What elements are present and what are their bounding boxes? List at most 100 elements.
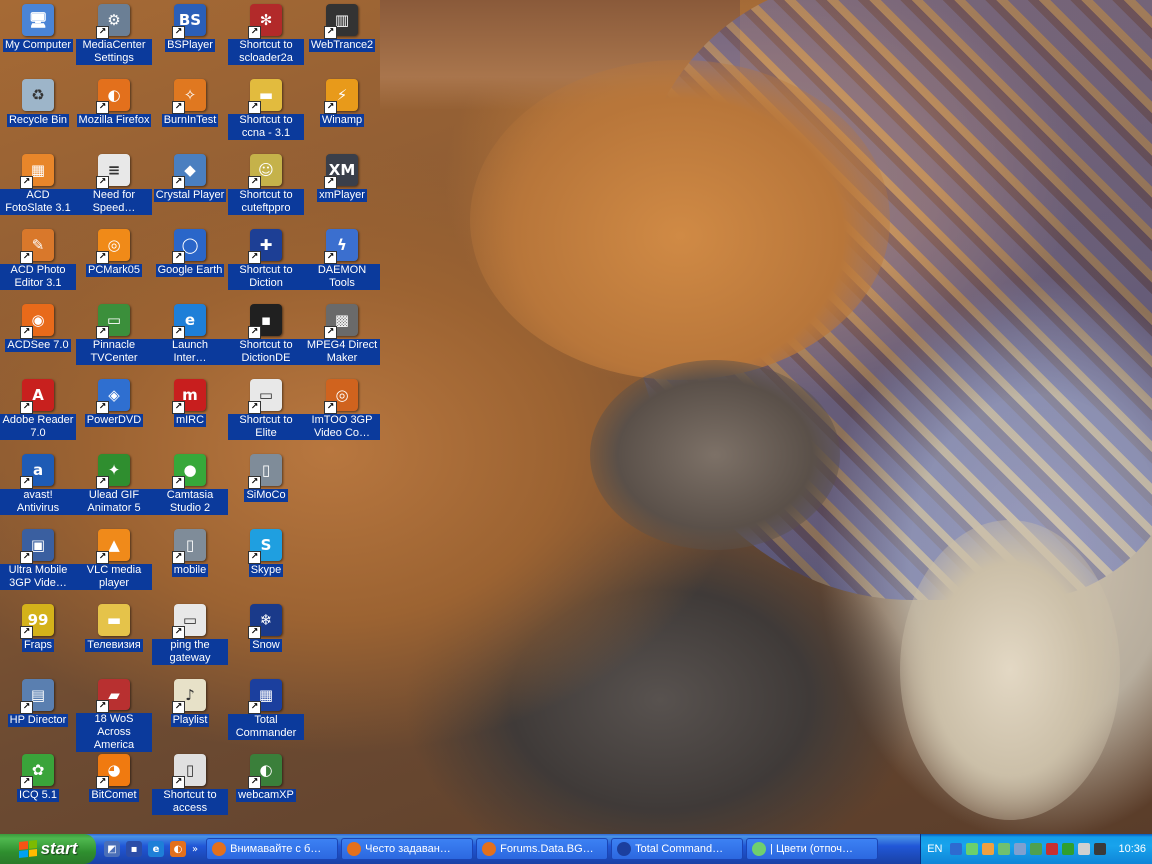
- desktop-icon-fraps[interactable]: 99Fraps: [0, 602, 76, 677]
- shortcut-to-cuteftppro-icon: ☺: [248, 154, 282, 189]
- desktop-icon-skype[interactable]: SSkype: [228, 527, 304, 602]
- desktop-icon-label: SiMoCo: [244, 489, 288, 502]
- burnintest-icon: ✧: [172, 79, 206, 114]
- desktop-icon-mobile[interactable]: ▯mobile: [152, 527, 228, 602]
- ql-floppy-icon[interactable]: ▪: [126, 841, 142, 857]
- desktop-icon-burnintest[interactable]: ✧BurnInTest: [152, 77, 228, 152]
- desktop-icon-daemon-tools[interactable]: ϟDAEMON Tools: [304, 227, 380, 302]
- ultra-mobile-3gp-icon: ▣: [20, 529, 54, 564]
- quick-launch-bar: ◩ ▪ e ◐ »: [96, 834, 206, 864]
- tray-shield-icon[interactable]: [1046, 843, 1059, 855]
- quick-launch-more-chevron-icon[interactable]: »: [192, 844, 198, 855]
- desktop-icon-snow[interactable]: ❄Snow: [228, 602, 304, 677]
- desktop-icon-recycle-bin[interactable]: ♻ Recycle Bin: [0, 77, 76, 152]
- desktop-icon-simoco[interactable]: ▯SiMoCo: [228, 452, 304, 527]
- task-tsveti[interactable]: | Цвети (отпоч…: [746, 838, 879, 860]
- desktop-icon-label: Shortcut to scloader2a: [228, 39, 304, 65]
- start-button[interactable]: start: [0, 834, 96, 864]
- task-chesto-zadavan[interactable]: Често задаван…: [341, 838, 474, 860]
- desktop-icon-label: ImTOO 3GP Video Co…: [304, 414, 380, 440]
- ql-media-icon[interactable]: ◩: [104, 841, 120, 857]
- desktop-icon-powerdvd[interactable]: ◈PowerDVD: [76, 377, 152, 452]
- desktop-icon-pinnacle-tvcenter[interactable]: ▭Pinnacle TVCenter: [76, 302, 152, 377]
- desktop-icon-label: xmPlayer: [317, 189, 367, 202]
- desktop-icon-camtasia-studio[interactable]: ●Camtasia Studio 2: [152, 452, 228, 527]
- desktop-icon-winamp[interactable]: ⚡Winamp: [304, 77, 380, 152]
- desktop-icon-label: Pinnacle TVCenter: [76, 339, 152, 365]
- desktop-icon-total-commander[interactable]: ▦Total Commander: [228, 677, 304, 752]
- launch-internet-icon: e: [172, 304, 206, 339]
- desktop-icon-avast[interactable]: aavast! Antivirus: [0, 452, 76, 527]
- desktop-icon-acd-photo-editor[interactable]: ✎ACD Photo Editor 3.1: [0, 227, 76, 302]
- desktop-icon-shortcut-to-dictionde[interactable]: ▪Shortcut to DictionDE: [228, 302, 304, 377]
- camtasia-studio-icon: ●: [172, 454, 206, 489]
- desktop-icon-vlc-media-player[interactable]: ▲VLC media player: [76, 527, 152, 602]
- icq-icon: ✿: [20, 754, 54, 789]
- clock[interactable]: 10:36: [1118, 843, 1146, 855]
- desktop-icon-label: Playlist: [170, 714, 210, 727]
- tray-speaker-icon[interactable]: [1078, 843, 1091, 855]
- desktop-icon-google-earth[interactable]: ◯Google Earth: [152, 227, 228, 302]
- desktop-icon-mpeg4-direct-maker[interactable]: ▩MPEG4 Direct Maker: [304, 302, 380, 377]
- desktop-icon-label: Snow: [250, 639, 282, 652]
- hp-director-icon: ▤: [20, 679, 54, 714]
- desktop-icon-mozilla-firefox[interactable]: ◐Mozilla Firefox: [76, 77, 152, 152]
- desktop-icon-shortcut-to-diction[interactable]: ✚Shortcut to Diction: [228, 227, 304, 302]
- desktop-icon-label: Total Commander: [228, 714, 304, 740]
- desktop-icon-label: ACDSee 7.0: [5, 339, 71, 352]
- tray-check-icon[interactable]: [966, 843, 979, 855]
- desktop-icon-shortcut-to-access[interactable]: ▯Shortcut to access: [152, 752, 228, 827]
- ql-ie-icon[interactable]: e: [148, 841, 164, 857]
- tray-monitor-icon[interactable]: [1014, 843, 1027, 855]
- desktop-icon-webcamxp[interactable]: ◐webcamXP: [228, 752, 304, 827]
- desktop-icon-label: mobile: [171, 564, 209, 577]
- desktop-icon-ultra-mobile-3gp[interactable]: ▣Ultra Mobile 3GP Vide…: [0, 527, 76, 602]
- ql-firefox-icon[interactable]: ◐: [170, 841, 186, 857]
- desktop-icon-shortcut-to-cuteftppro[interactable]: ☺Shortcut to cuteftppro: [228, 152, 304, 227]
- desktop-icon-imtoo-3gp-video[interactable]: ◎ImTOO 3GP Video Co…: [304, 377, 380, 452]
- desktop-icon-mirc[interactable]: mmIRC: [152, 377, 228, 452]
- desktop-icon-label: Shortcut to DictionDE: [228, 339, 304, 365]
- desktop-icon-ulead-gif-animator[interactable]: ✦Ulead GIF Animator 5: [76, 452, 152, 527]
- shortcut-to-access-icon: ▯: [172, 754, 206, 789]
- desktop-icon-need-for-speed[interactable]: ≡Need for Speed…: [76, 152, 152, 227]
- desktop-icon-bsplayer[interactable]: BSBSPlayer: [152, 2, 228, 77]
- desktop-icon-crystal-player[interactable]: ◆Crystal Player: [152, 152, 228, 227]
- tray-orange-icon[interactable]: [982, 843, 995, 855]
- language-indicator[interactable]: EN: [927, 843, 942, 855]
- desktop-icon-pcmark05[interactable]: ◎PCMark05: [76, 227, 152, 302]
- desktop-icon-mediacenter-settings[interactable]: ⚙MediaCenter Settings: [76, 2, 152, 77]
- pcmark05-icon: ◎: [96, 229, 130, 264]
- task-total-commander[interactable]: Total Command…: [611, 838, 744, 860]
- task-vnimavayte-icon: [212, 842, 227, 856]
- desktop-icon-18-wos-across-america[interactable]: ▰18 WoS Across America: [76, 677, 152, 752]
- desktop-icon-bitcomet[interactable]: ◕BitComet: [76, 752, 152, 827]
- desktop-icon-ping-the-gateway[interactable]: ▭ping the gateway: [152, 602, 228, 677]
- desktop-icon-televizia[interactable]: ▬ Телевизия: [76, 602, 152, 677]
- desktop-icon-shortcut-to-scloader2a[interactable]: ✻Shortcut to scloader2a: [228, 2, 304, 77]
- tray-flower-icon[interactable]: [1062, 843, 1075, 855]
- tray-bars-icon[interactable]: [1030, 843, 1043, 855]
- tray-app-icon[interactable]: [1094, 843, 1107, 855]
- taskbar-buttons: Внимавайте с б… Често задаван… Forums.Data…: [206, 834, 920, 864]
- desktop-icon-webtrance2[interactable]: ▥WebTrance2: [304, 2, 380, 77]
- task-vnimavayte[interactable]: Внимавайте с б…: [206, 838, 339, 860]
- desktop-icon-my-computer[interactable]: 🖥 My Computer: [0, 2, 76, 77]
- desktop-icon-playlist[interactable]: ♪Playlist: [152, 677, 228, 752]
- task-forums-data-bg[interactable]: Forums.Data.BG…: [476, 838, 609, 860]
- tray-chevron-icon[interactable]: [950, 843, 963, 855]
- desktop-icon-xmplayer[interactable]: XMxmPlayer: [304, 152, 380, 227]
- desktop-icon-acdsee[interactable]: ◉ACDSee 7.0: [0, 302, 76, 377]
- desktop-icon-shortcut-to-ccna[interactable]: ▬Shortcut to ccna - 3.1: [228, 77, 304, 152]
- tray-network-icon[interactable]: [998, 843, 1011, 855]
- desktop-icon-acd-fotoslate[interactable]: ▦ACD FotoSlate 3.1: [0, 152, 76, 227]
- desktop-icon-hp-director[interactable]: ▤HP Director: [0, 677, 76, 752]
- desktop-icon-launch-internet[interactable]: eLaunch Inter…: [152, 302, 228, 377]
- desktop-icon-icq[interactable]: ✿ICQ 5.1: [0, 752, 76, 827]
- desktop-icon-shortcut-to-elite[interactable]: ▭Shortcut to Elite: [228, 377, 304, 452]
- xmplayer-icon: XM: [324, 154, 358, 189]
- mozilla-firefox-icon: ◐: [96, 79, 130, 114]
- fraps-icon: 99: [20, 604, 54, 639]
- desktop-icon-label: Shortcut to access: [152, 789, 228, 815]
- desktop-icon-adobe-reader[interactable]: AAdobe Reader 7.0: [0, 377, 76, 452]
